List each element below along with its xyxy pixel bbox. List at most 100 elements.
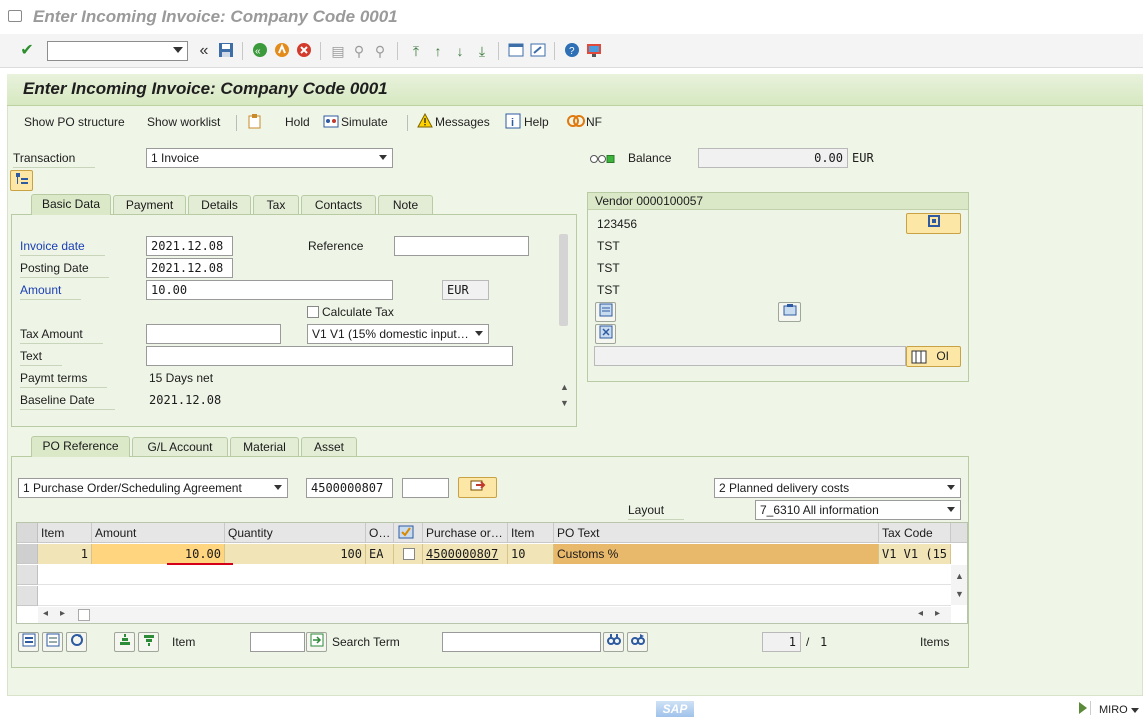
document-icon[interactable]	[247, 113, 263, 132]
tab-details[interactable]: Details	[188, 195, 251, 215]
find-icon[interactable]	[603, 632, 624, 652]
cell-purchase-order-link[interactable]: 4500000807	[423, 544, 508, 564]
col-header-purchase-order[interactable]: Purchase or…	[423, 523, 508, 543]
tax-amount-field[interactable]	[146, 324, 281, 344]
chevron-down-icon[interactable]	[947, 507, 955, 512]
show-worklist-button[interactable]: Show worklist	[147, 115, 220, 129]
hscroll-thumb[interactable]	[78, 609, 90, 621]
scroll-up-icon[interactable]: ▲	[955, 571, 964, 581]
ref-doc-type-select[interactable]: 1 Purchase Order/Scheduling Agreement	[18, 478, 288, 498]
tab-tax[interactable]: Tax	[253, 195, 299, 215]
row-selector[interactable]	[17, 565, 38, 585]
show-po-structure-button[interactable]: Show PO structure	[24, 115, 125, 129]
col-header-amount[interactable]: Amount	[92, 523, 225, 543]
prev-page-icon[interactable]: ↑	[429, 42, 447, 60]
amount-field[interactable]: 10.00	[146, 280, 393, 300]
scroll-down-icon[interactable]: ▼	[560, 398, 569, 408]
messages-button[interactable]: Messages	[435, 115, 490, 129]
first-page-icon[interactable]: ⤒	[407, 42, 425, 60]
po-transfer-button[interactable]	[458, 477, 497, 498]
open-items-button[interactable]: OI	[906, 346, 961, 367]
help-icon[interactable]: ?	[563, 42, 581, 60]
warning-icon[interactable]	[417, 112, 433, 132]
col-header-item[interactable]: Item	[38, 523, 92, 543]
new-session-icon[interactable]	[507, 42, 525, 60]
simulate-button[interactable]: Simulate	[341, 115, 388, 129]
cell-tax-code[interactable]: V1 V1 (15	[879, 544, 951, 564]
tab-basic-data[interactable]: Basic Data	[31, 194, 111, 215]
posting-date-field[interactable]: 2021.12.08	[146, 258, 233, 278]
exit-icon[interactable]	[273, 42, 291, 60]
scroll-up-icon[interactable]: ▲	[560, 382, 569, 392]
scroll-left-icon[interactable]: ◂	[43, 608, 48, 619]
col-header-confirm[interactable]	[394, 523, 423, 543]
enter-check-icon[interactable]: ✔	[18, 42, 36, 60]
simulate-icon[interactable]	[323, 113, 339, 132]
vendor-delete-icon[interactable]	[595, 324, 616, 344]
shortcut-icon[interactable]	[529, 42, 547, 60]
col-header-quantity[interactable]: Quantity	[225, 523, 366, 543]
expand-status-icon[interactable]	[1079, 702, 1087, 714]
tax-code-select[interactable]: V1 V1 (15% domestic input…	[307, 324, 489, 344]
customize-layout-icon[interactable]	[585, 42, 603, 60]
nf-button[interactable]: NF	[586, 115, 602, 129]
chevron-down-icon[interactable]	[173, 47, 183, 53]
reference-field[interactable]	[394, 236, 529, 256]
search-term-field[interactable]	[442, 632, 601, 652]
col-header-tax-code[interactable]: Tax Code	[879, 523, 951, 543]
cell-quantity[interactable]: 100	[225, 544, 366, 564]
po-number-field[interactable]: 4500000807	[306, 478, 393, 498]
col-header-order-unit[interactable]: O…	[366, 523, 394, 543]
tab-contacts[interactable]: Contacts	[301, 195, 376, 215]
row-selector[interactable]	[17, 544, 38, 564]
col-header-po-text[interactable]: PO Text	[554, 523, 879, 543]
save-icon[interactable]	[217, 42, 235, 60]
info-icon[interactable]: i	[505, 113, 521, 132]
select-all-icon[interactable]	[18, 632, 39, 652]
basic-scrollbar[interactable]: ▲ ▼	[557, 232, 571, 412]
table-row[interactable]	[38, 586, 951, 606]
text-field[interactable]	[146, 346, 513, 366]
scroll-right-end-icon[interactable]: ▸	[935, 608, 940, 619]
command-field[interactable]	[47, 41, 188, 61]
row-selector[interactable]	[17, 586, 38, 606]
chevron-down-icon[interactable]	[274, 485, 282, 490]
vendor-list-icon[interactable]	[595, 302, 616, 322]
tab-asset[interactable]: Asset	[301, 437, 357, 457]
tab-payment[interactable]: Payment	[113, 195, 186, 215]
scroll-right-icon[interactable]: ▸	[60, 608, 65, 619]
sort-ascending-icon[interactable]	[114, 632, 135, 652]
calculate-tax-checkbox[interactable]	[307, 306, 319, 318]
po-item-field[interactable]	[402, 478, 449, 498]
chevron-down-icon[interactable]	[1131, 708, 1139, 713]
find-icon[interactable]: ⚲	[350, 42, 368, 60]
delivery-costs-select[interactable]: 2 Planned delivery costs	[714, 478, 961, 498]
tab-gl-account[interactable]: G/L Account	[132, 437, 228, 457]
table-vscroll[interactable]: ▲ ▼	[951, 565, 967, 605]
tab-note[interactable]: Note	[378, 195, 433, 215]
item-search-field[interactable]	[250, 632, 305, 652]
nav-collapse-icon[interactable]: «	[195, 42, 213, 60]
scroll-left-end-icon[interactable]: ◂	[918, 608, 923, 619]
transaction-select[interactable]: 1 Invoice	[146, 148, 393, 168]
print-icon[interactable]: ▤	[329, 42, 347, 60]
help-button[interactable]: Help	[524, 115, 549, 129]
last-page-icon[interactable]: ⤓	[473, 42, 491, 60]
column-settings-icon[interactable]	[951, 523, 967, 543]
vendor-bank-icon[interactable]	[778, 302, 801, 322]
expand-header-icon[interactable]	[10, 170, 33, 191]
find-next-icon[interactable]	[627, 632, 648, 652]
chevron-down-icon[interactable]	[947, 485, 955, 490]
chevron-down-icon[interactable]	[379, 155, 387, 160]
back-icon[interactable]: «	[251, 42, 269, 60]
refresh-icon[interactable]	[66, 632, 87, 652]
find-next-icon[interactable]: ⚲	[371, 42, 389, 60]
nf-icon[interactable]	[567, 113, 585, 132]
position-icon[interactable]	[306, 632, 327, 652]
table-row[interactable]	[38, 565, 951, 585]
layout-select[interactable]: 7_6310 All information	[755, 500, 961, 520]
vendor-detail-button[interactable]	[906, 213, 961, 234]
next-page-icon[interactable]: ↓	[451, 42, 469, 60]
tab-po-reference[interactable]: PO Reference	[31, 436, 130, 457]
table-hscroll[interactable]: ◂ ▸ ◂ ▸	[38, 607, 951, 623]
